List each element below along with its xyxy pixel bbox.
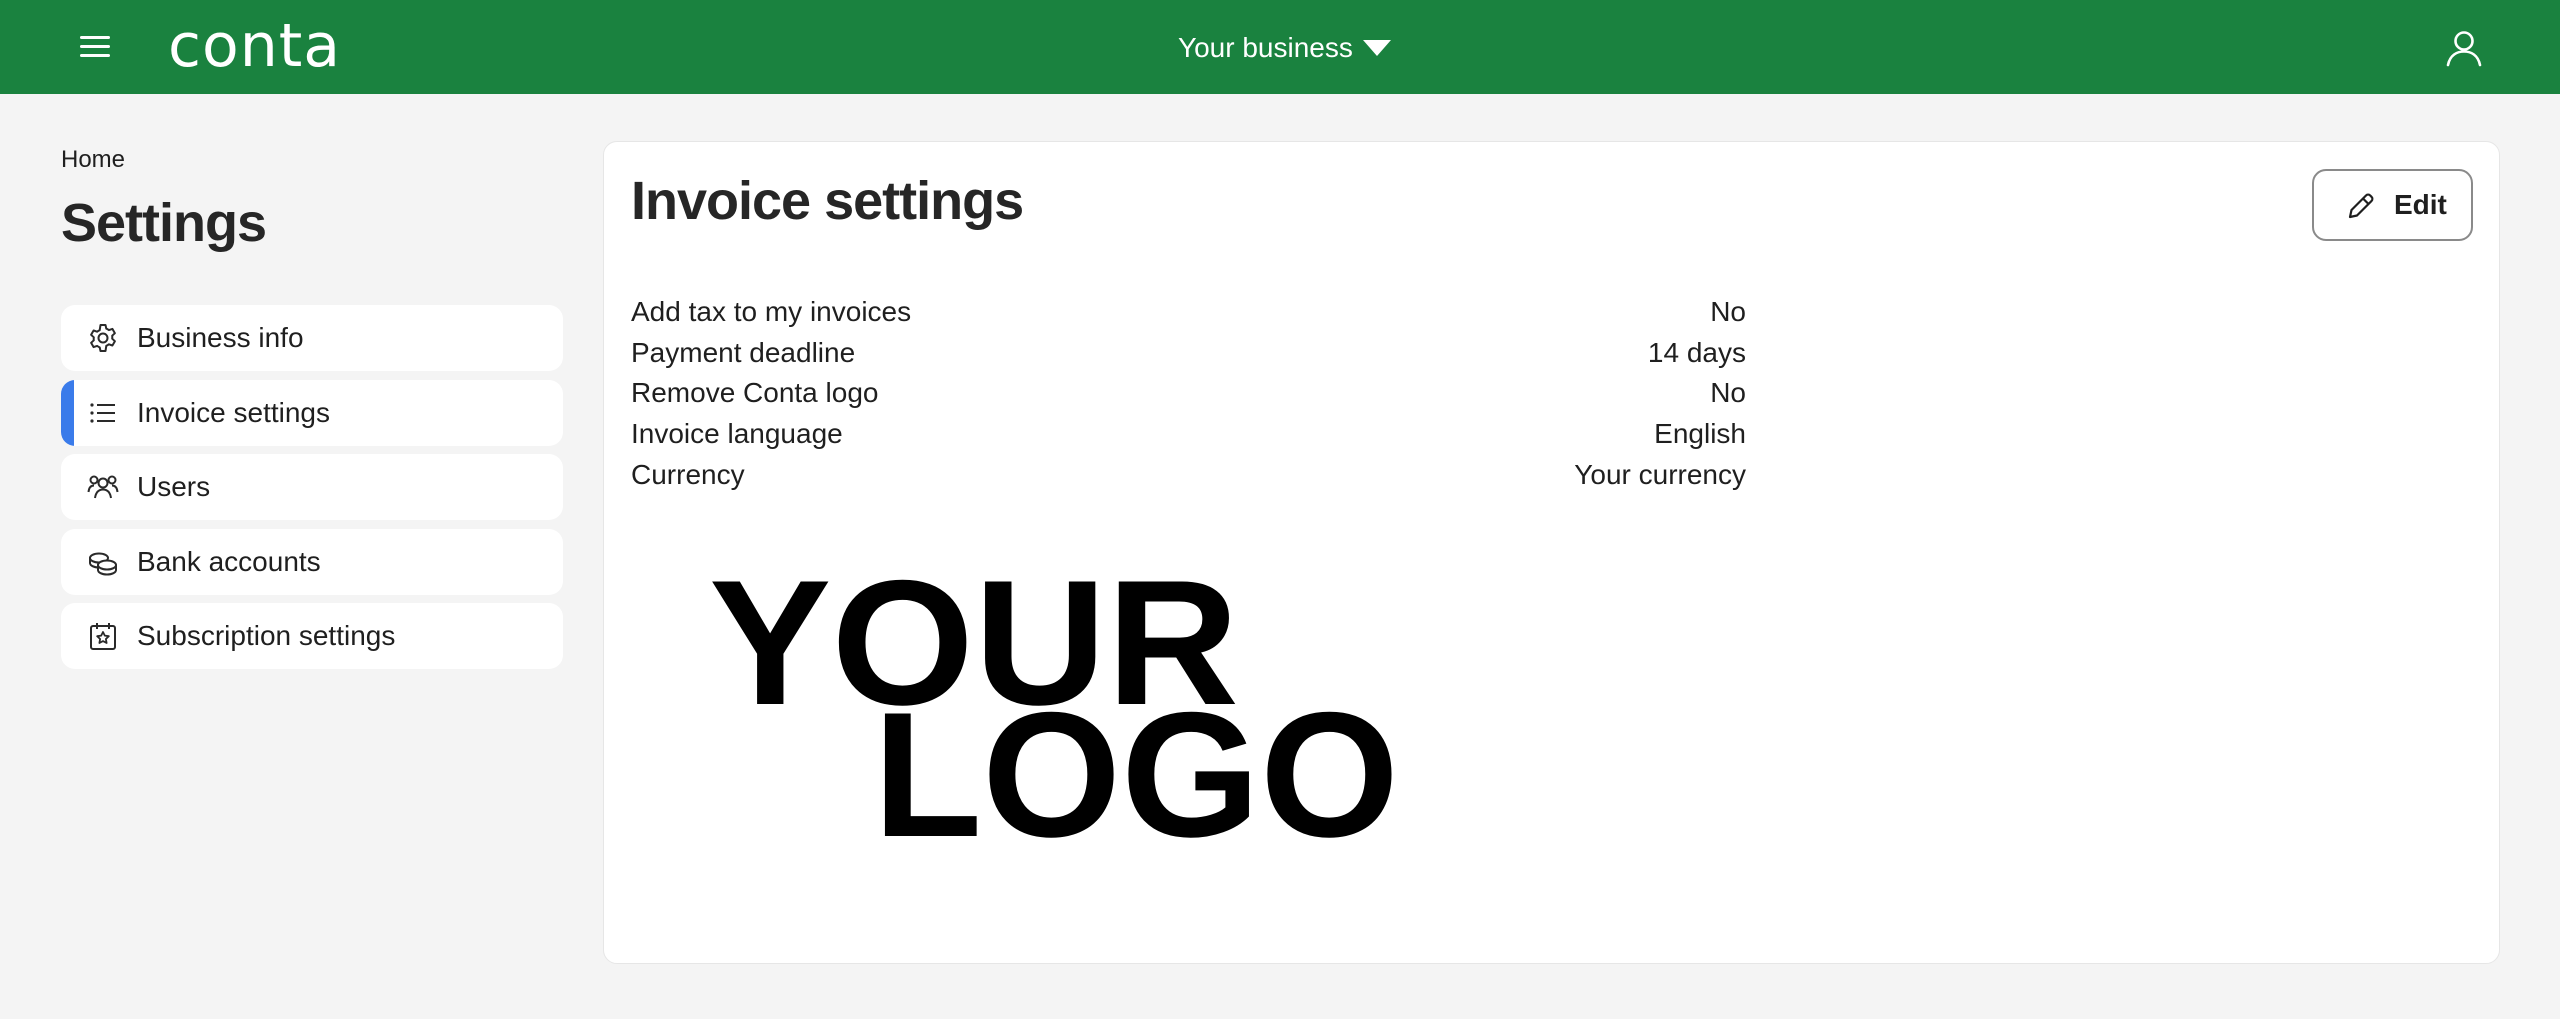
setting-value: Your currency — [1574, 458, 1746, 490]
top-bar: conta Your business — [0, 0, 2560, 94]
user-profile-icon[interactable] — [2444, 28, 2484, 68]
logo-text-line2: LOGO — [873, 675, 1399, 874]
sidebar-item-subscription-settings[interactable]: Subscription settings — [61, 603, 563, 669]
invoice-settings-card: Invoice settings Edit Add tax to my invo… — [603, 141, 2500, 964]
setting-row-language: Invoice language English — [631, 414, 1746, 455]
pencil-icon — [2348, 193, 2374, 219]
sidebar-item-label: Users — [137, 471, 211, 502]
coins-icon — [89, 552, 117, 576]
setting-label: Remove Conta logo — [631, 377, 879, 409]
sidebar-item-label: Invoice settings — [137, 396, 330, 428]
setting-label: Add tax to my invoices — [631, 296, 912, 328]
users-icon — [87, 475, 119, 499]
sidebar-item-bank-accounts[interactable]: Bank accounts — [61, 528, 563, 595]
conta-logo[interactable]: conta — [168, 14, 341, 78]
list-icon — [90, 402, 115, 423]
setting-label: Invoice language — [631, 418, 843, 450]
setting-row-tax: Add tax to my invoices No — [631, 292, 1746, 333]
sidebar-item-label: Subscription settings — [137, 620, 396, 651]
gear-icon — [90, 324, 116, 352]
caret-down-icon — [1362, 40, 1391, 56]
setting-value: English — [1654, 418, 1746, 450]
setting-label: Payment deadline — [631, 336, 856, 368]
sidebar-item-invoice-settings[interactable]: Invoice settings — [61, 379, 563, 446]
section-title: Invoice settings — [631, 171, 1024, 231]
edit-button[interactable]: Edit — [2312, 169, 2473, 241]
setting-value: 14 days — [1647, 336, 1746, 368]
sidebar-item-business-info[interactable]: Business info — [61, 305, 563, 371]
company-logo-preview: YOUR LOGO — [709, 578, 1399, 874]
page-title: Settings — [61, 193, 267, 253]
calendar-star-icon — [90, 623, 116, 650]
sidebar-item-label: Bank accounts — [137, 545, 321, 577]
hamburger-menu-icon[interactable] — [74, 30, 116, 64]
setting-row-remove-logo: Remove Conta logo No — [631, 373, 1746, 414]
business-selector-label: Your business — [1178, 32, 1353, 63]
business-selector[interactable]: Your business — [1178, 28, 1391, 68]
setting-value: No — [1710, 296, 1746, 328]
sidebar-item-label: Business info — [137, 322, 304, 353]
setting-row-currency: Currency Your currency — [631, 454, 1746, 495]
setting-value: No — [1710, 377, 1746, 409]
settings-list: Add tax to my invoices No Payment deadli… — [631, 292, 1746, 495]
sidebar-item-users[interactable]: Users — [61, 454, 563, 520]
setting-row-payment-deadline: Payment deadline 14 days — [631, 333, 1746, 374]
breadcrumb-home[interactable]: Home — [61, 146, 125, 174]
edit-button-label: Edit — [2394, 189, 2447, 220]
setting-label: Currency — [631, 458, 745, 490]
settings-sidebar: Business info Invoice settings Users Ban… — [61, 305, 563, 678]
